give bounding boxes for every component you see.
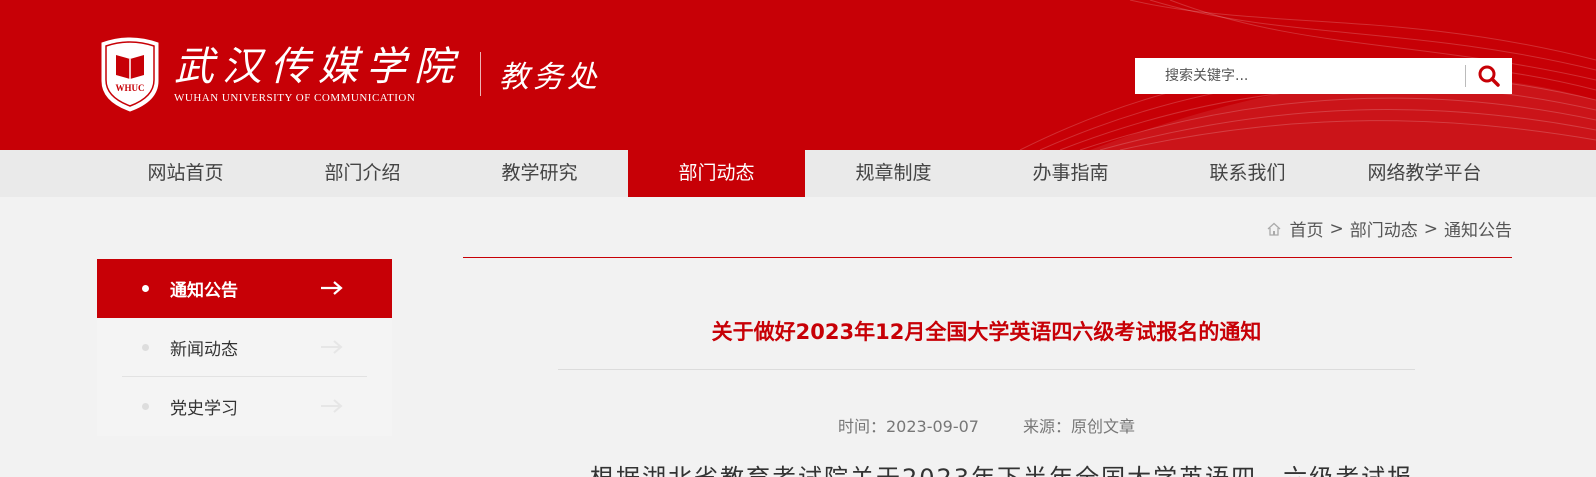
department-name: 教务处 bbox=[499, 60, 601, 95]
arrow-right-icon bbox=[321, 281, 343, 295]
nav-item-contact[interactable]: 联系我们 bbox=[1159, 150, 1336, 197]
source-label: 来源： bbox=[1022, 417, 1071, 436]
nav-item-online-platform[interactable]: 网络教学平台 bbox=[1336, 150, 1513, 197]
article-source: 原创文章 bbox=[1071, 417, 1136, 436]
sidebar-item-notices[interactable]: 通知公告 bbox=[97, 259, 392, 318]
breadcrumb-separator: > bbox=[1329, 218, 1344, 239]
nav-item-home[interactable]: 网站首页 bbox=[97, 150, 274, 197]
search-button[interactable] bbox=[1466, 58, 1512, 94]
home-icon bbox=[1267, 222, 1280, 236]
search-input[interactable] bbox=[1135, 58, 1465, 94]
site-logo[interactable]: WHUC 武汉传媒学院 WUHAN UNIVERSITY OF COMMUNIC… bbox=[98, 34, 601, 114]
sidebar: 通知公告 新闻动态 党史学习 bbox=[97, 259, 392, 436]
time-label: 时间： bbox=[837, 417, 886, 436]
sidebar-item-label: 党史学习 bbox=[170, 399, 238, 419]
breadcrumb-home[interactable]: 首页 bbox=[1290, 216, 1324, 241]
sidebar-item-label: 通知公告 bbox=[170, 281, 238, 301]
article-title: 关于做好2023年12月全国大学英语四六级考试报名的通知 bbox=[711, 320, 1262, 344]
bullet-icon bbox=[142, 344, 149, 351]
content-top-rule bbox=[463, 257, 1512, 258]
sidebar-item-party-history[interactable]: 党史学习 bbox=[97, 377, 392, 436]
nav-item-rules[interactable]: 规章制度 bbox=[805, 150, 982, 197]
breadcrumb-current[interactable]: 通知公告 bbox=[1444, 216, 1512, 241]
brand-text: 武汉传媒学院 WUHAN UNIVERSITY OF COMMUNICATION bbox=[174, 44, 462, 104]
arrow-right-icon bbox=[321, 340, 343, 354]
breadcrumb-separator: > bbox=[1423, 218, 1438, 239]
search-box bbox=[1135, 58, 1512, 94]
svg-text:WHUC: WHUC bbox=[116, 83, 145, 93]
sidebar-item-label: 新闻动态 bbox=[170, 340, 238, 360]
brand-divider bbox=[480, 52, 481, 96]
search-icon bbox=[1478, 65, 1500, 87]
article-body: 根据湖北省教育考试院关于2023年下半年全国大学英语四、六级考试报名工作的通知 bbox=[590, 458, 1410, 477]
article-meta: 时间：2023-09-07 来源：原创文章 bbox=[558, 413, 1415, 437]
brand-name-cn: 武汉传媒学院 bbox=[174, 44, 462, 90]
breadcrumb-level1[interactable]: 部门动态 bbox=[1350, 216, 1418, 241]
bullet-icon bbox=[142, 285, 149, 292]
nav-item-about[interactable]: 部门介绍 bbox=[274, 150, 451, 197]
university-emblem-icon: WHUC bbox=[101, 37, 159, 112]
publish-date: 2023-09-07 bbox=[886, 417, 979, 436]
bullet-icon bbox=[142, 403, 149, 410]
title-divider bbox=[558, 369, 1415, 370]
breadcrumb: 首页 > 部门动态 > 通知公告 bbox=[1266, 216, 1512, 241]
arrow-right-icon bbox=[321, 399, 343, 413]
site-header: WHUC 武汉传媒学院 WUHAN UNIVERSITY OF COMMUNIC… bbox=[0, 0, 1596, 150]
nav-item-guide[interactable]: 办事指南 bbox=[982, 150, 1159, 197]
main-nav: 网站首页 部门介绍 教学研究 部门动态 规章制度 办事指南 联系我们 网络教学平… bbox=[0, 150, 1596, 197]
nav-item-research[interactable]: 教学研究 bbox=[451, 150, 628, 197]
sidebar-item-news[interactable]: 新闻动态 bbox=[97, 318, 392, 377]
brand-name-en: WUHAN UNIVERSITY OF COMMUNICATION bbox=[174, 92, 416, 104]
nav-item-news[interactable]: 部门动态 bbox=[628, 150, 805, 197]
